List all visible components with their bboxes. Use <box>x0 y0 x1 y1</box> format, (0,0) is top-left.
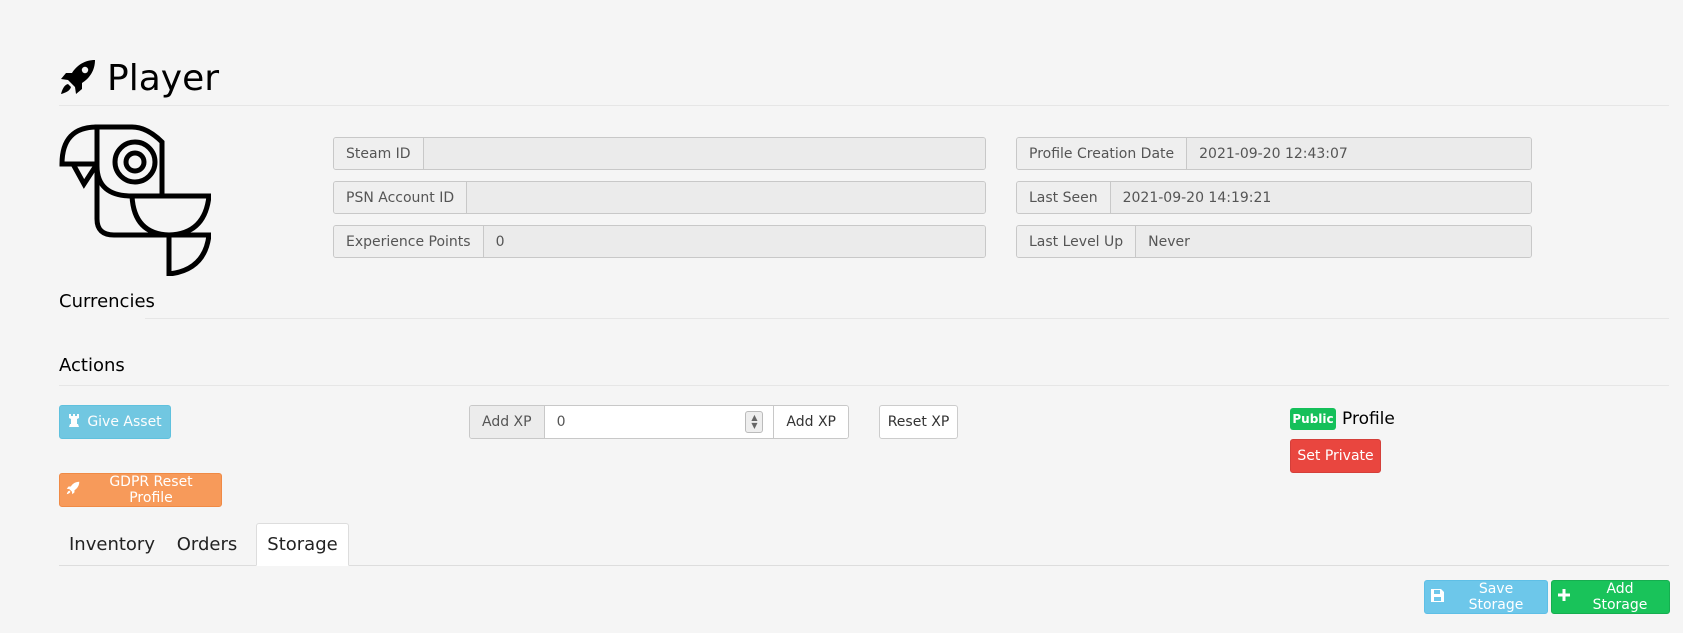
add-storage-button[interactable]: Add Storage <box>1551 580 1670 614</box>
rocket-icon <box>59 58 97 100</box>
page-header: Player <box>59 56 219 102</box>
last-seen-group: Last Seen 2021-09-20 14:19:21 <box>1016 181 1532 214</box>
currencies-heading: Currencies <box>59 291 155 312</box>
last-seen-label: Last Seen <box>1017 182 1111 213</box>
creation-date-group: Profile Creation Date 2021-09-20 12:43:0… <box>1016 137 1532 170</box>
page-title: Player <box>107 58 220 99</box>
last-level-up-label: Last Level Up <box>1017 226 1137 257</box>
tab-inventory[interactable]: Inventory <box>59 523 165 565</box>
give-asset-label: Give Asset <box>87 414 162 430</box>
steam-id-field[interactable] <box>423 138 985 169</box>
xp-points-label: Experience Points <box>334 226 484 257</box>
tab-storage[interactable]: Storage <box>256 523 349 566</box>
add-xp-group: Add XP 0 ▲ ▼ Add XP <box>469 405 849 439</box>
xp-amount-input[interactable]: 0 ▲ ▼ <box>544 406 774 438</box>
tab-orders[interactable]: Orders <box>171 523 243 565</box>
number-spinner[interactable]: ▲ ▼ <box>745 411 764 433</box>
add-xp-button[interactable]: Add XP <box>773 406 848 438</box>
set-private-button[interactable]: Set Private <box>1290 439 1381 473</box>
last-level-up-field[interactable]: Never <box>1136 226 1531 257</box>
chess-rook-icon <box>68 413 80 431</box>
gdpr-reset-label: GDPR Reset Profile <box>109 474 193 506</box>
visibility-badge: Public <box>1290 408 1336 430</box>
visibility-label: Profile <box>1342 409 1395 429</box>
add-xp-addon: Add XP <box>470 406 545 438</box>
save-storage-button[interactable]: Save Storage <box>1424 580 1548 614</box>
psn-id-field[interactable] <box>467 182 985 213</box>
psn-id-label: PSN Account ID <box>334 182 468 213</box>
last-level-up-group: Last Level Up Never <box>1016 225 1532 258</box>
xp-amount-value: 0 <box>556 414 566 430</box>
plus-icon <box>1558 589 1570 605</box>
header-divider <box>59 105 1669 106</box>
steam-id-label: Steam ID <box>334 138 424 169</box>
rocket-icon <box>66 481 80 499</box>
avatar <box>59 124 212 277</box>
last-seen-field[interactable]: 2021-09-20 14:19:21 <box>1110 182 1531 213</box>
steam-id-group: Steam ID <box>333 137 986 170</box>
actions-heading: Actions <box>59 355 125 376</box>
give-asset-button[interactable]: Give Asset <box>59 405 171 439</box>
creation-date-label: Profile Creation Date <box>1017 138 1188 169</box>
chevron-down-icon[interactable]: ▼ <box>751 422 757 430</box>
tab-bar: Inventory Orders Storage <box>59 523 1669 566</box>
save-storage-label: Save Storage <box>1468 581 1524 613</box>
psn-id-group: PSN Account ID <box>333 181 986 214</box>
reset-xp-button[interactable]: Reset XP <box>879 405 958 439</box>
floppy-disk-icon <box>1431 588 1444 606</box>
add-storage-label: Add Storage <box>1592 581 1648 613</box>
creation-date-field[interactable]: 2021-09-20 12:43:07 <box>1187 138 1531 169</box>
currencies-divider <box>145 318 1669 319</box>
xp-points-group: Experience Points 0 <box>333 225 986 258</box>
gdpr-reset-button[interactable]: GDPR Reset Profile <box>59 473 222 507</box>
actions-divider <box>59 385 1669 386</box>
xp-points-field[interactable]: 0 <box>483 226 985 257</box>
